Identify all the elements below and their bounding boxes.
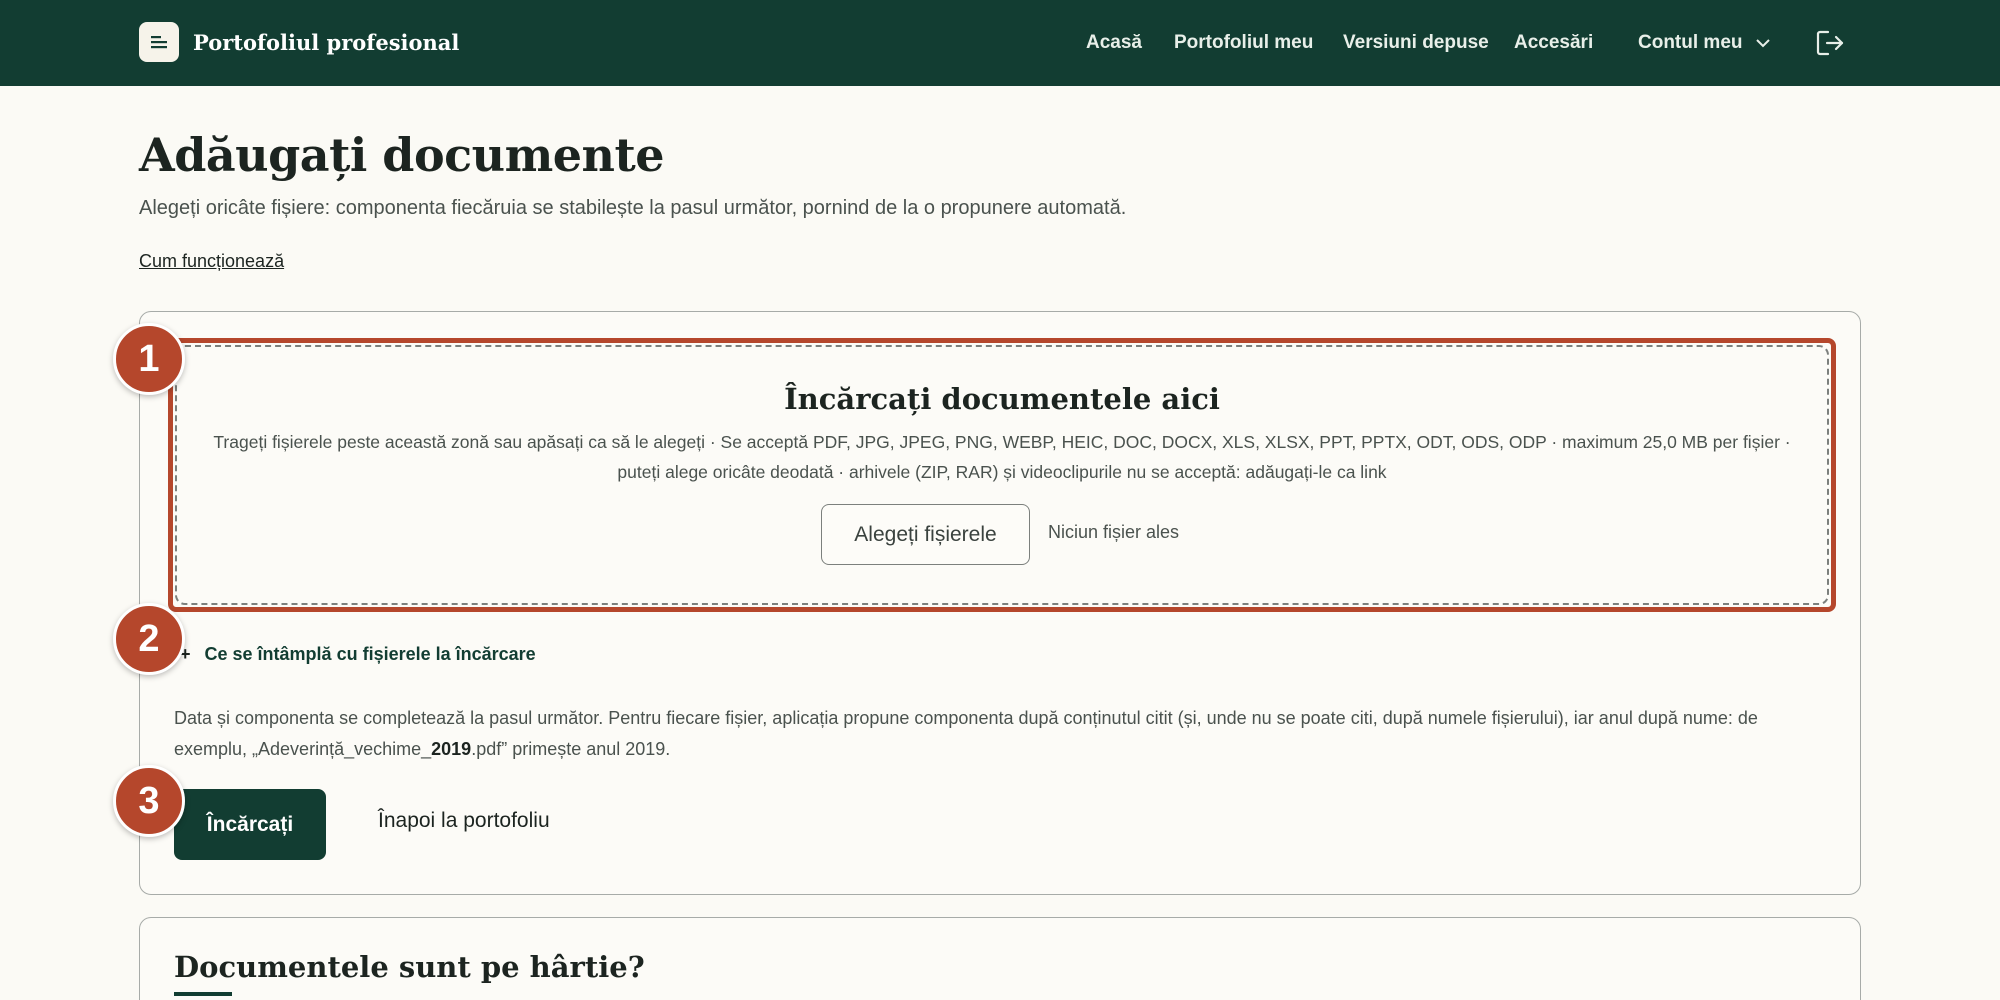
upload-details-toggle[interactable]: + Ce se întâmplă cu fișierele la încărca… [180,644,536,665]
dropzone-description: Trageți fișierele peste această zonă sau… [213,432,1791,482]
app-title: Portofoliul profesional [193,29,460,55]
nav-item-accesses[interactable]: Accesări [1514,32,1593,54]
account-label: Contul meu [1638,32,1743,53]
how-it-works-link[interactable]: Cum funcționează [139,251,284,272]
document-icon [139,22,179,62]
details-text-start: Data și componenta se completează la pas… [174,708,1758,759]
details-toggle-label: Ce se întâmplă cu fișierele la încărcare [204,644,536,664]
back-to-portfolio-link[interactable]: Înapoi la portofoliu [378,809,550,833]
step-badge-1: 1 [113,323,185,395]
dropzone-title: Încărcați documentele aici [784,382,1220,416]
step-badge-3: 3 [113,765,185,837]
choose-files-button[interactable]: Alegeți fișierele [821,504,1030,565]
page-subtitle: Alegeți oricâte fișiere: componenta fiec… [139,197,1127,219]
logout-icon[interactable] [1815,28,1845,58]
nav-item-home[interactable]: Acasă [1086,32,1142,54]
upload-details-text: Data și componenta se completează la pas… [174,703,1814,765]
details-text-end: .pdf” primește anul 2019. [471,739,671,759]
account-menu[interactable]: Contul meu [1638,32,1771,54]
no-file-chosen-label: Niciun fișier ales [1048,522,1180,542]
paper-documents-title: Documentele sunt pe hârtie? [174,950,645,984]
details-text-year: 2019 [431,739,472,759]
step-badge-2: 2 [113,603,185,675]
page-title: Adăugați documente [139,128,665,182]
top-navigation-bar: Portofoliul profesional Acasă Portofoliu… [0,0,2000,86]
title-underline [174,992,232,996]
chevron-down-icon [1755,39,1770,48]
brand[interactable]: Portofoliul profesional [139,22,459,62]
upload-button[interactable]: Încărcați [174,789,326,860]
nav-item-portfolio[interactable]: Portofoliul meu [1174,32,1313,54]
nav-item-submitted-versions[interactable]: Versiuni depuse [1343,32,1489,54]
